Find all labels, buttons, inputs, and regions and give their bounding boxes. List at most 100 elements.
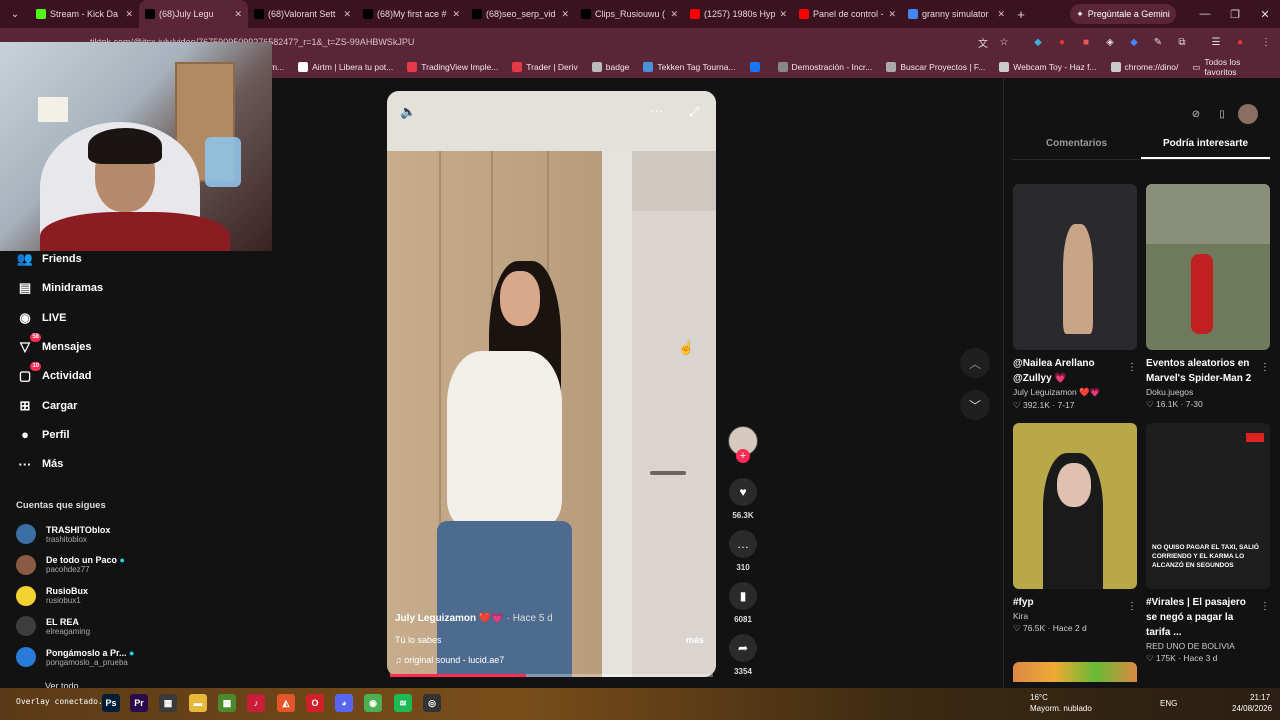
fullscreen-icon[interactable]: ⤢ (689, 104, 699, 120)
close-window-icon[interactable]: ✕ (1250, 0, 1280, 28)
bookmark-icon[interactable]: ▮ (729, 582, 757, 610)
card-menu-icon[interactable]: ⋮ (1260, 601, 1270, 612)
new-tab-button[interactable]: + (1011, 7, 1031, 22)
tab-close-icon[interactable]: ✕ (888, 9, 896, 20)
bookmark-item[interactable]: chrome://dino/ (1110, 62, 1178, 72)
sidebar-item-actividad[interactable]: ▢ 10 Actividad (16, 362, 92, 387)
tab-close-icon[interactable]: ✕ (343, 9, 351, 20)
browser-tab[interactable]: (68)seo_serp_vid ✕ (466, 0, 575, 28)
extension-1-icon[interactable]: ◆ (1030, 34, 1046, 50)
spotify-icon[interactable]: ≋ (394, 694, 412, 712)
bookmark-item[interactable]: badge (591, 62, 629, 72)
opera-icon[interactable]: O (306, 694, 324, 712)
video-sound[interactable]: ♫ original sound - lucid.ae7 (395, 655, 504, 665)
profile-avatar-icon[interactable]: ● (1232, 34, 1248, 50)
language-indicator[interactable]: ENG (1160, 699, 1177, 708)
followed-account[interactable]: De todo un Paco ● pacohdez77 (16, 552, 125, 578)
tab-close-icon[interactable]: ✕ (997, 9, 1005, 20)
bookmark-item[interactable]: Webcam Toy - Haz f... (999, 62, 1097, 72)
maximize-icon[interactable]: ❐ (1220, 0, 1250, 28)
video-options-icon[interactable]: ··· (650, 103, 663, 118)
sidebar-item-cargar[interactable]: ⊞ Cargar (16, 395, 78, 417)
sidepanel-icon[interactable]: ☰ (1208, 34, 1224, 50)
bookmark-item[interactable]: TradingView Imple... (407, 62, 498, 72)
browser-tab[interactable]: Clips_Rusiouwu (✕ (575, 0, 684, 28)
extension-4-icon[interactable]: ◈ (1102, 34, 1118, 50)
recommended-card[interactable]: Eventos aleatorios en Marvel's Spider-Ma… (1146, 184, 1270, 410)
card-thumbnail[interactable] (1146, 184, 1270, 350)
browser-menu-icon[interactable]: ⋮ (1258, 34, 1274, 50)
sidebar-item-live[interactable]: ◉ LIVE (16, 307, 66, 329)
bookmark-item[interactable]: Demostración - Incr... (777, 62, 872, 72)
next-card-thumbnail[interactable] (1013, 662, 1137, 682)
recommended-card[interactable]: #fyp ⋮ Kira ♡ 76.5K · Hace 2 d (1013, 423, 1137, 634)
tab-comments[interactable]: Comentarios (1012, 134, 1141, 159)
card-title[interactable]: #fyp (1013, 595, 1125, 610)
followed-account[interactable]: Pongámoslo a Pr... ● pongamoslo_a_prueba (16, 644, 134, 670)
extension-6-icon[interactable]: ✎ (1150, 34, 1166, 50)
card-thumbnail[interactable]: NO QUISO PAGAR EL TAXI, SALIÓ CORRIENDO … (1146, 423, 1270, 589)
followed-account[interactable]: EL REA elreagaming (16, 613, 90, 639)
discord-icon[interactable]: ◕ (335, 694, 353, 712)
tab-list-icon[interactable]: ⌄ (0, 9, 30, 20)
card-thumbnail[interactable] (1013, 423, 1137, 589)
recommended-card[interactable]: @Nailea Arellano @Zullyy 💗 ⋮ July Leguiza… (1013, 184, 1137, 411)
tab-close-icon[interactable]: ✕ (779, 9, 787, 20)
minimize-icon[interactable]: — (1190, 0, 1220, 28)
card-author[interactable]: Doku.juegos (1146, 387, 1270, 397)
file-explorer-icon[interactable]: ▬ (189, 694, 207, 712)
previous-video-icon[interactable]: ︿ (960, 348, 990, 378)
sidebar-item-mensajes[interactable]: ▽ 58 Mensajes (16, 332, 92, 358)
sidebar-item-perfil[interactable]: ● Perfil (16, 424, 69, 446)
minecraft-icon[interactable]: ▩ (218, 694, 236, 712)
follow-plus-icon[interactable]: + (736, 449, 750, 463)
comment-action[interactable]: … 310 (728, 530, 758, 572)
compass-icon[interactable]: ⊘ (1186, 104, 1206, 124)
share-icon[interactable]: ➦ (729, 634, 757, 662)
heart-icon[interactable]: ♥ (729, 478, 757, 506)
tab-close-icon[interactable]: ✕ (561, 9, 569, 20)
card-menu-icon[interactable]: ⋮ (1260, 362, 1270, 373)
bookmark-item[interactable]: Buscar Proyectos | F... (886, 62, 985, 72)
card-title[interactable]: @Nailea Arellano @Zullyy 💗 (1013, 356, 1125, 386)
save-action[interactable]: ▮ 6081 (728, 582, 758, 624)
phone-icon[interactable]: ▯ (1212, 104, 1232, 124)
chrome-icon[interactable]: ◉ (364, 694, 382, 712)
tab-close-icon[interactable]: ✕ (125, 9, 133, 20)
calculator-icon[interactable]: ▦ (159, 694, 177, 712)
sidebar-item-friends[interactable]: 👥 Friends (16, 248, 82, 270)
recommended-card[interactable]: NO QUISO PAGAR EL TAXI, SALIÓ CORRIENDO … (1146, 423, 1270, 664)
more-link[interactable]: más (686, 635, 704, 645)
obs-icon[interactable]: ◎ (423, 694, 441, 712)
next-video-icon[interactable]: ﹀ (960, 390, 990, 420)
card-author[interactable]: July Leguizamon ❤️💗 (1013, 387, 1137, 398)
browser-tab[interactable]: (68)Valorant Sett ✕ (248, 0, 357, 28)
bookmark-item[interactable] (749, 62, 764, 72)
brave-icon[interactable]: ◭ (277, 694, 295, 712)
photoshop-icon[interactable]: Ps (102, 694, 120, 712)
video-progress-bar[interactable] (390, 674, 713, 677)
tiktok-icon[interactable]: ♪ (247, 694, 265, 712)
extension-5-icon[interactable]: ◆ (1126, 34, 1142, 50)
extension-2-icon[interactable]: ● (1054, 34, 1070, 50)
card-author[interactable]: Kira (1013, 611, 1137, 621)
card-menu-icon[interactable]: ⋮ (1127, 362, 1137, 373)
bookmark-star-icon[interactable]: ☆ (996, 34, 1012, 50)
extensions-puzzle-icon[interactable]: ⧉ (1174, 34, 1190, 50)
translate-icon[interactable]: 文 (975, 34, 991, 50)
browser-tab[interactable]: Panel de control - ✕ (793, 0, 902, 28)
bookmark-item[interactable]: Trader | Deriv (512, 62, 578, 72)
all-bookmarks[interactable]: ▭ Todos los favoritos (1192, 57, 1266, 77)
followed-account[interactable]: TRASHITOblox trashitoblox (16, 521, 110, 547)
card-author[interactable]: RED UNO DE BOLIVIA (1146, 641, 1270, 651)
bookmark-item[interactable]: Tekken Tag Tourna... (643, 62, 736, 72)
premiere-icon[interactable]: Pr (130, 694, 148, 712)
user-avatar-icon[interactable] (1238, 104, 1258, 124)
tab-close-icon[interactable]: ✕ (234, 9, 242, 20)
sidebar-item-minidramas[interactable]: ▤ Minidramas (16, 277, 103, 299)
video-player[interactable] (387, 91, 716, 677)
bookmark-item[interactable]: Airtm | Libera tu pot... (298, 62, 393, 72)
video-author[interactable]: July Leguizamon ❤️💗 · Hace 5 d (395, 613, 553, 624)
browser-tab[interactable]: (68)My first ace # ✕ (357, 0, 466, 28)
tab-close-icon[interactable]: ✕ (670, 9, 678, 20)
